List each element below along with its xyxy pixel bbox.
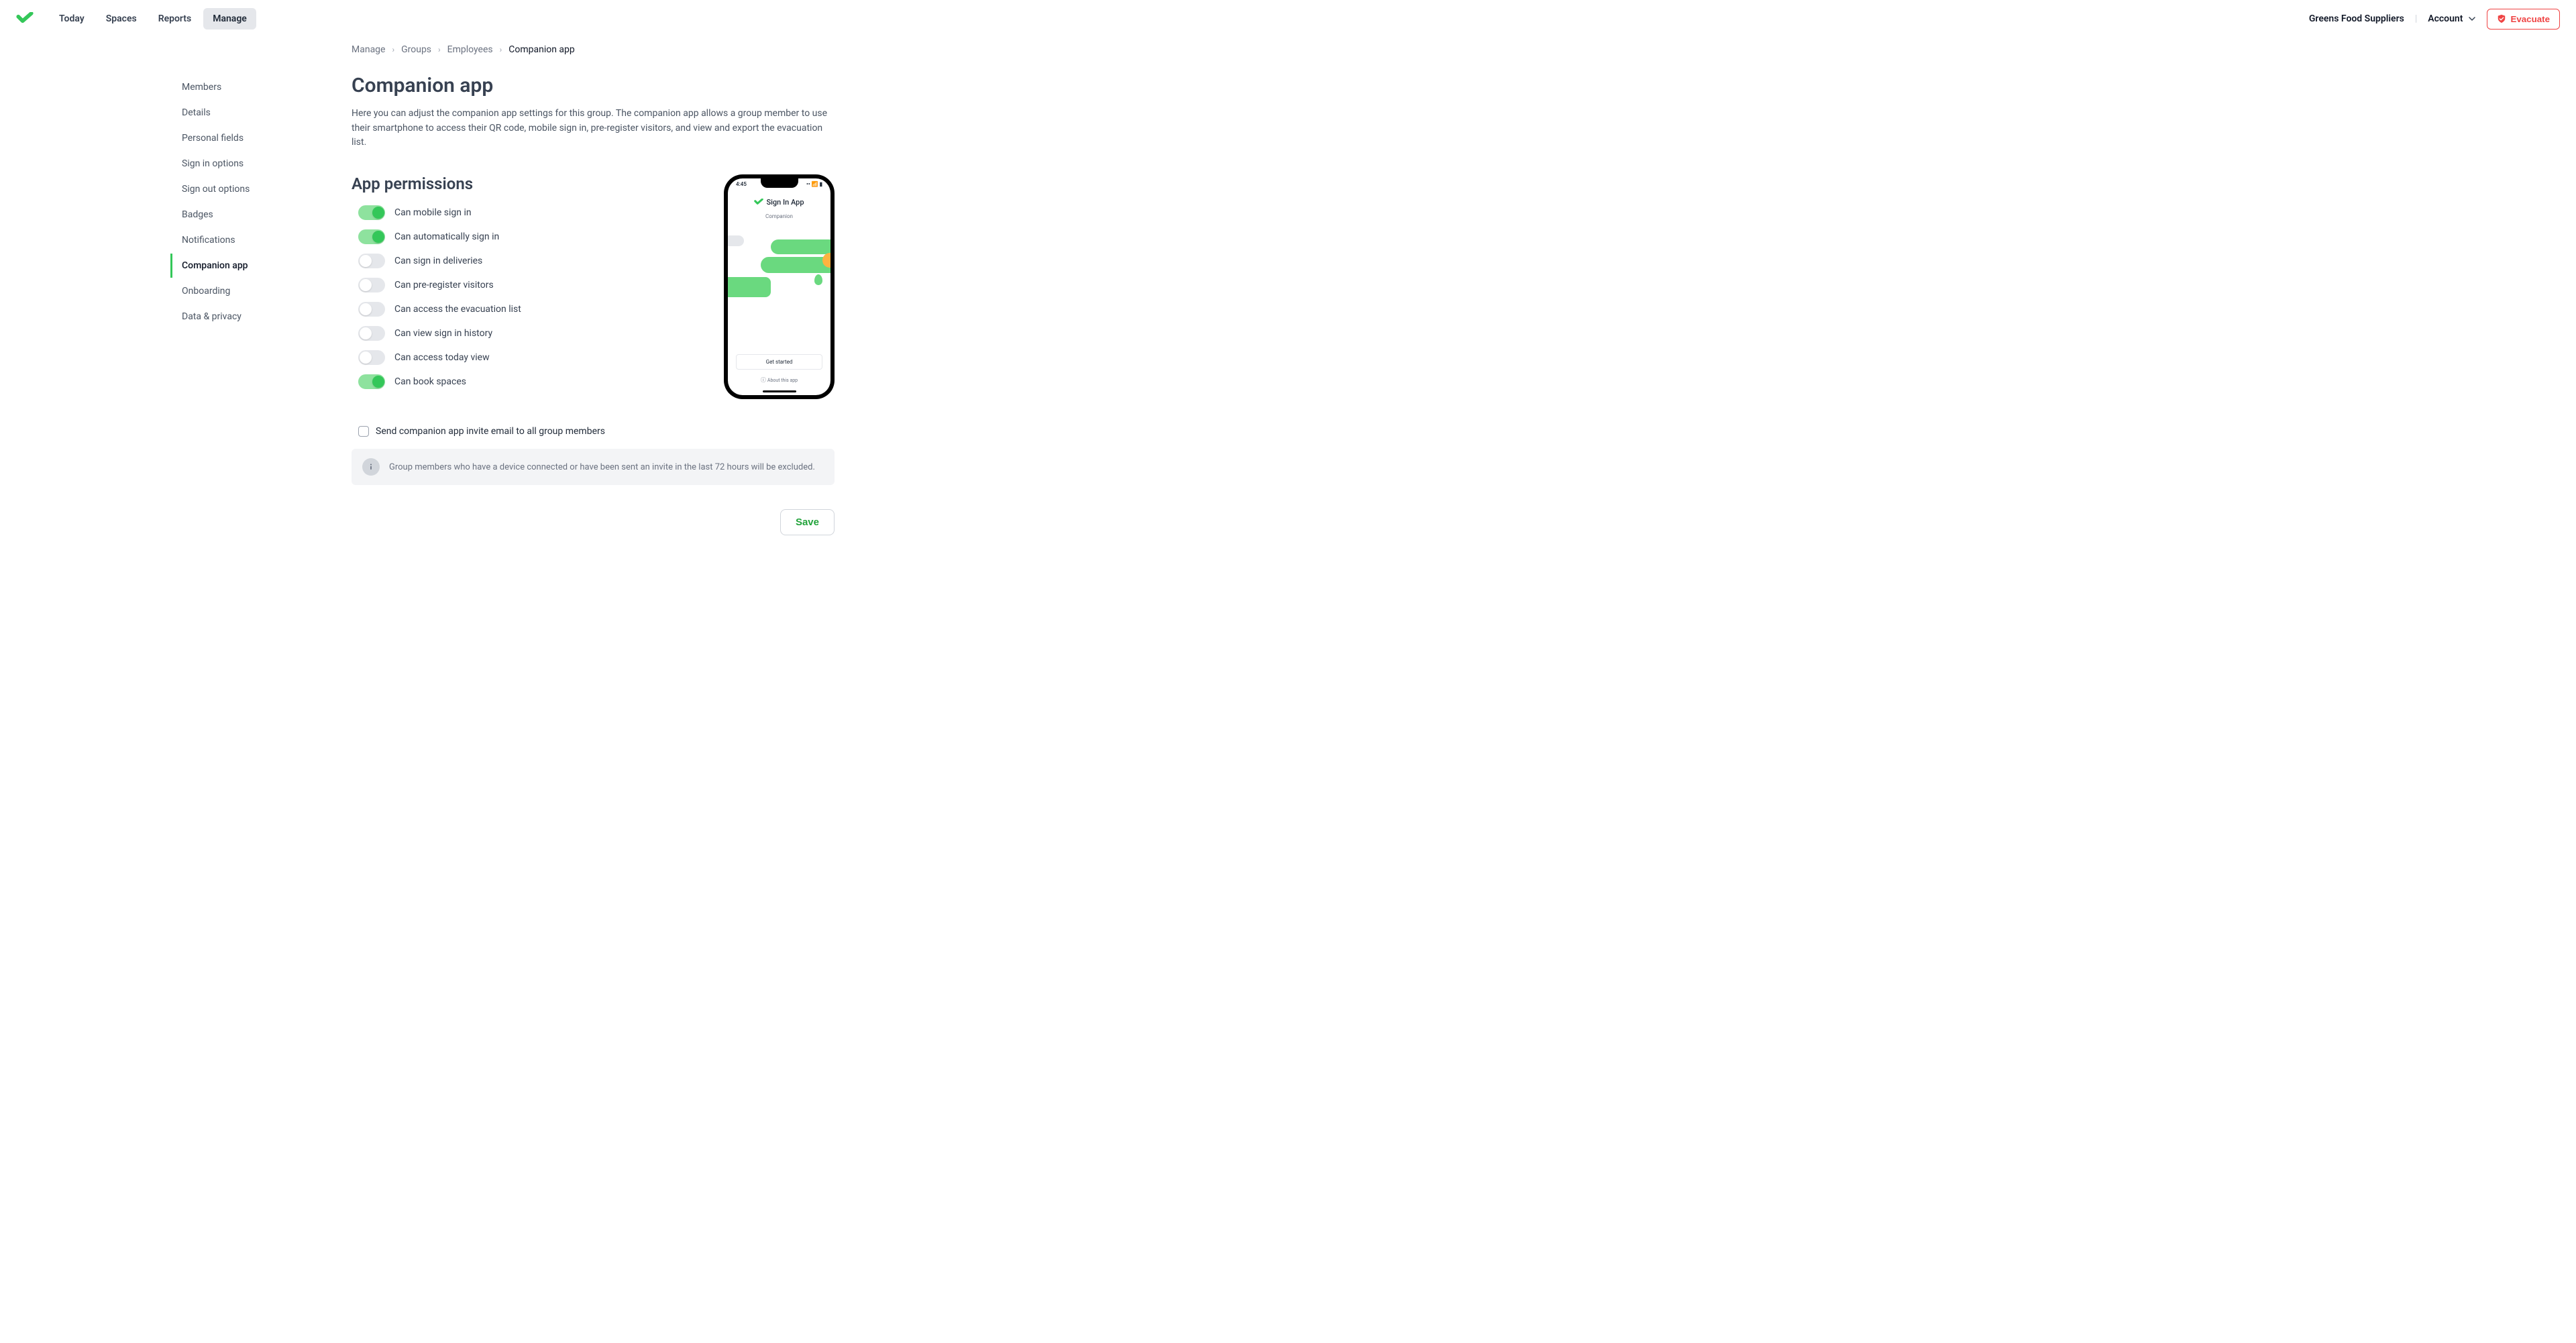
sidebar: MembersDetailsPersonal fieldsSign in opt…: [170, 38, 325, 562]
invite-label: Send companion app invite email to all g…: [376, 426, 605, 437]
nav-today[interactable]: Today: [50, 8, 94, 30]
sidebar-item-sign-in-options[interactable]: Sign in options: [170, 152, 325, 176]
save-button[interactable]: Save: [780, 509, 835, 535]
info-banner: Group members who have a device connecte…: [352, 449, 835, 485]
toggle-can-pre-register-visitors[interactable]: [358, 278, 385, 292]
breadcrumb-item[interactable]: Employees: [447, 44, 493, 55]
sidebar-item-members[interactable]: Members: [170, 75, 325, 99]
toggle-can-book-spaces[interactable]: [358, 374, 385, 389]
toggle-can-view-sign-in-history[interactable]: [358, 326, 385, 341]
breadcrumb-item[interactable]: Manage: [352, 44, 385, 55]
sidebar-item-details[interactable]: Details: [170, 101, 325, 125]
phone-get-started: Get started: [736, 354, 822, 370]
permission-label: Can access the evacuation list: [394, 304, 521, 315]
sidebar-item-personal-fields[interactable]: Personal fields: [170, 126, 325, 150]
permission-label: Can mobile sign in: [394, 207, 472, 218]
evacuate-button[interactable]: Evacuate: [2487, 9, 2560, 30]
sidebar-item-onboarding[interactable]: Onboarding: [170, 279, 325, 303]
shield-icon: [2497, 14, 2506, 23]
sidebar-item-badges[interactable]: Badges: [170, 203, 325, 227]
permission-label: Can pre-register visitors: [394, 280, 494, 290]
sidebar-item-sign-out-options[interactable]: Sign out options: [170, 177, 325, 201]
permission-label: Can view sign in history: [394, 328, 492, 339]
breadcrumb: Manage › Groups › Employees › Companion app: [352, 42, 835, 55]
sidebar-item-data-privacy[interactable]: Data & privacy: [170, 305, 325, 329]
breadcrumb-item: Companion app: [508, 44, 575, 55]
logo-icon[interactable]: [16, 12, 34, 25]
toggle-can-sign-in-deliveries[interactable]: [358, 254, 385, 268]
nav-reports[interactable]: Reports: [149, 8, 201, 30]
phone-brand: Sign In App: [728, 198, 830, 207]
phone-time: 4:45: [736, 181, 747, 187]
toggle-can-access-today-view[interactable]: [358, 350, 385, 365]
info-icon: [362, 458, 380, 476]
sidebar-item-companion-app[interactable]: Companion app: [170, 254, 325, 278]
toggle-can-mobile-sign-in[interactable]: [358, 205, 385, 220]
page-title: Companion app: [352, 74, 835, 97]
toggle-can-access-the-evacuation-list[interactable]: [358, 302, 385, 317]
permission-label: Can automatically sign in: [394, 231, 499, 242]
nav-spaces[interactable]: Spaces: [97, 8, 146, 30]
chevron-right-icon: ›: [392, 45, 394, 54]
page-description: Here you can adjust the companion app se…: [352, 107, 835, 150]
chevron-right-icon: ›: [500, 45, 502, 54]
nav-manage[interactable]: Manage: [203, 8, 256, 30]
permission-label: Can sign in deliveries: [394, 256, 482, 266]
phone-about-link: ⓘ About this app: [728, 376, 830, 384]
sidebar-item-notifications[interactable]: Notifications: [170, 228, 325, 252]
chevron-right-icon: ›: [438, 45, 441, 54]
permissions-heading: App permissions: [352, 174, 657, 193]
phone-status-icons: •• 📶 ▮: [806, 181, 822, 187]
toggle-can-automatically-sign-in[interactable]: [358, 229, 385, 244]
phone-mockup: 4:45 •• 📶 ▮ Sign In App Companion: [724, 174, 835, 399]
account-menu[interactable]: Account: [2428, 13, 2476, 24]
phone-subtitle: Companion: [728, 213, 830, 219]
breadcrumb-item[interactable]: Groups: [401, 44, 431, 55]
permission-label: Can access today view: [394, 352, 490, 363]
permission-label: Can book spaces: [394, 376, 466, 387]
invite-checkbox[interactable]: [358, 426, 369, 437]
chevron-down-icon: [2468, 15, 2476, 23]
org-name: Greens Food Suppliers: [2309, 13, 2404, 24]
